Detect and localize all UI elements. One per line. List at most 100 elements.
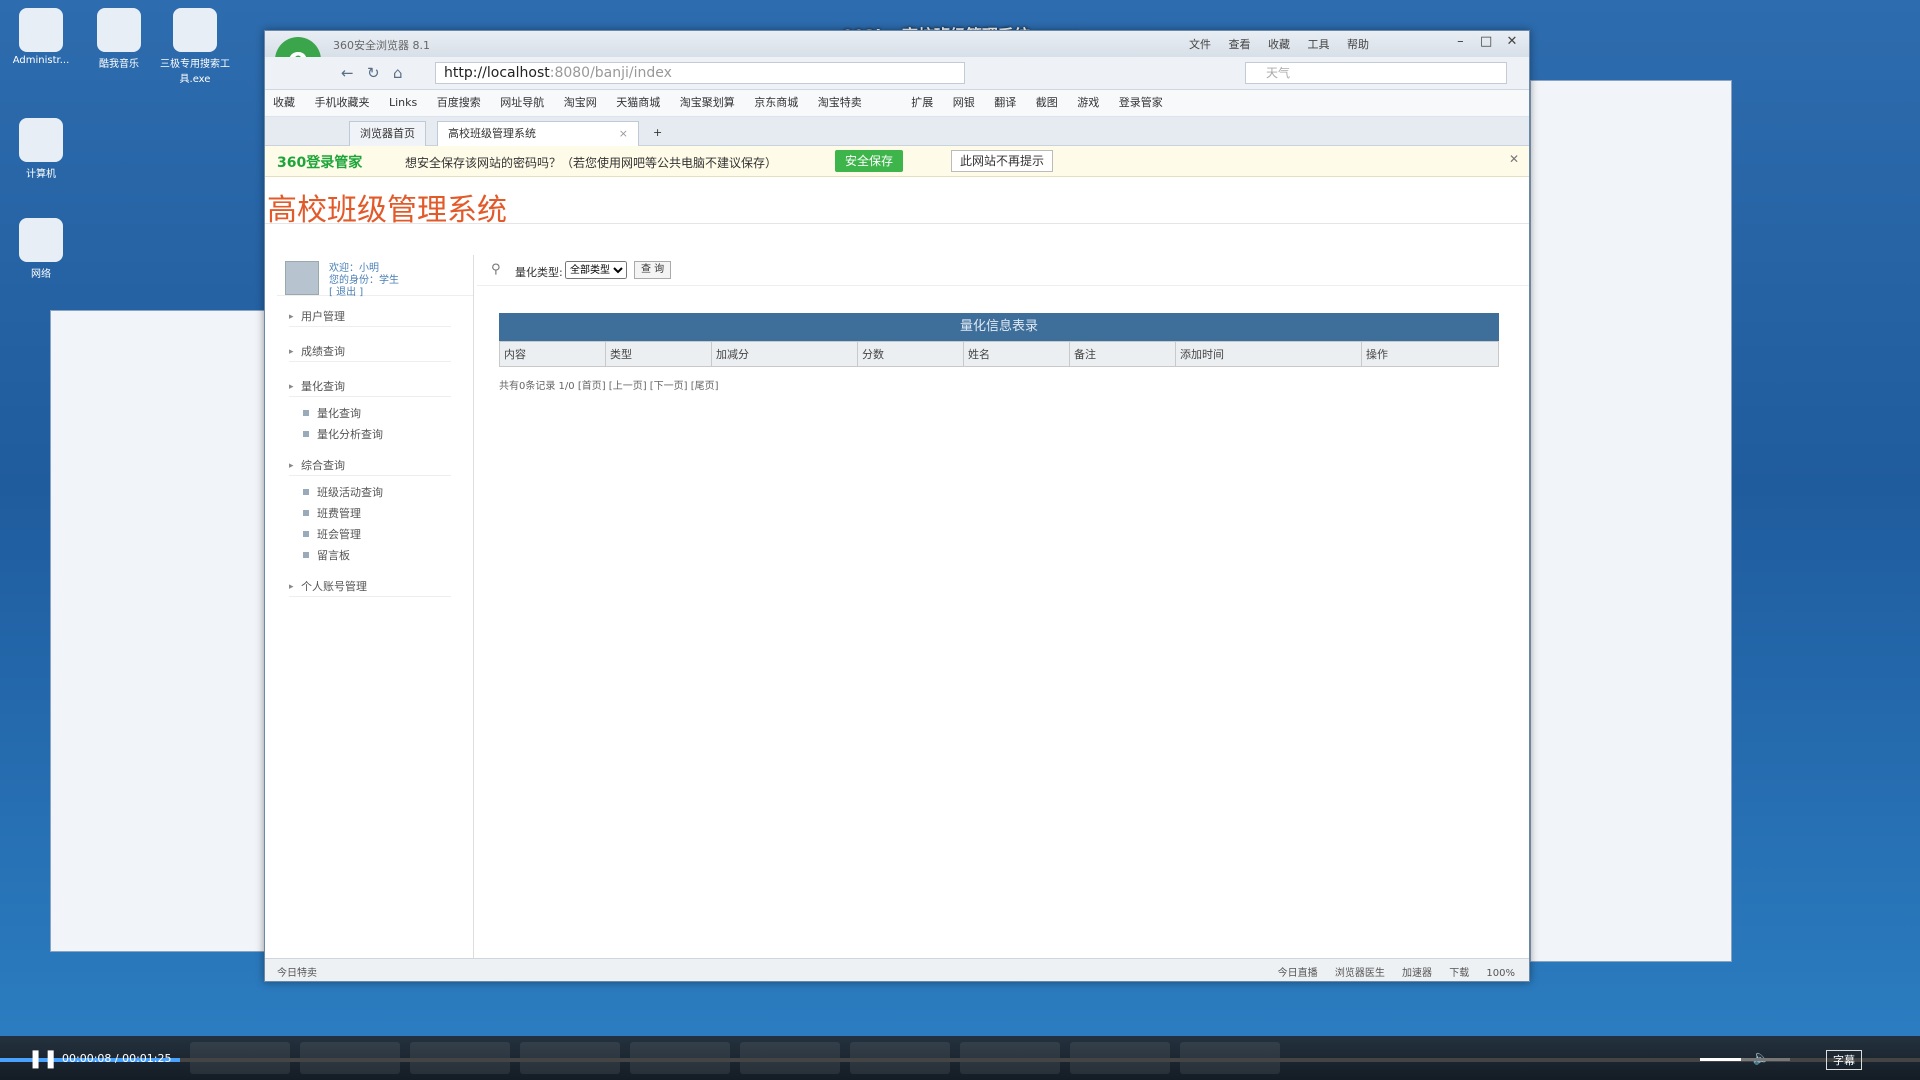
tab-bar: 浏览器首页 高校班级管理系统 × + bbox=[265, 117, 1529, 146]
fav-item[interactable]: Links bbox=[389, 96, 417, 109]
volume-slider[interactable] bbox=[1700, 1058, 1790, 1061]
browser-window: e 360安全浏览器 8.1 文件 查看 收藏 工具 帮助 – □ ✕ ← ↻ … bbox=[264, 30, 1530, 982]
app-header: 高校班级管理系统 bbox=[265, 177, 1529, 228]
fav-item[interactable]: 京东商城 bbox=[754, 96, 798, 109]
sidebar-item-message-board[interactable]: 留言板 bbox=[289, 545, 473, 566]
new-tab-button[interactable]: + bbox=[643, 121, 672, 145]
sidebar-item-class-activity[interactable]: 班级活动查询 bbox=[289, 482, 473, 503]
close-icon[interactable]: ✕ bbox=[1501, 34, 1523, 49]
desktop-icon-kuwo[interactable]: 酷我音乐 bbox=[84, 8, 154, 70]
sidebar-group-grade-query[interactable]: 成绩查询 bbox=[289, 343, 451, 362]
favorites-bar: 收藏 手机收藏夹 Links 百度搜索 网址导航 淘宝网 天猫商城 淘宝聚划算 … bbox=[265, 90, 1529, 117]
avatar bbox=[285, 261, 319, 295]
menu-favorites[interactable]: 收藏 bbox=[1268, 38, 1290, 51]
fav-item[interactable]: 淘宝特卖 bbox=[818, 96, 862, 109]
search-tool-icon bbox=[173, 8, 217, 52]
fav-item[interactable]: 淘宝网 bbox=[564, 96, 597, 109]
fav-right-item[interactable]: 截图 bbox=[1036, 96, 1058, 109]
desktop-icon-search-tool[interactable]: 三极专用搜索工具.exe bbox=[160, 8, 230, 85]
main-panel: ⚲ 量化类型: 全部类型 查 询 量化信息表录 内容 类型 加减分 分数 姓名 bbox=[477, 255, 1529, 959]
fav-right-item[interactable]: 扩展 bbox=[911, 96, 933, 109]
sidebar-item-class-meeting[interactable]: 班会管理 bbox=[289, 524, 473, 545]
back-icon[interactable]: ← bbox=[341, 64, 354, 82]
sidebar: 欢迎：小明 您的身份：学生 [ 退出 ] 用户管理 成绩查询 量化查询 量化查询… bbox=[277, 255, 474, 959]
refresh-icon[interactable]: ↻ bbox=[367, 64, 380, 82]
col-type: 类型 bbox=[605, 341, 712, 367]
sidebar-item-quantify-analysis[interactable]: 量化分析查询 bbox=[289, 424, 473, 445]
status-right: 今日直播 浏览器医生 加速器 下载 100% bbox=[1264, 964, 1515, 979]
status-download[interactable]: 下载 bbox=[1449, 968, 1469, 979]
sidebar-group-overall-query[interactable]: 综合查询 bbox=[289, 457, 451, 476]
status-zoom[interactable]: 100% bbox=[1486, 968, 1515, 979]
user-panel: 欢迎：小明 您的身份：学生 [ 退出 ] bbox=[277, 255, 473, 298]
desktop-icon-admin[interactable]: Administr... bbox=[6, 8, 76, 66]
fav-item[interactable]: 网址导航 bbox=[500, 96, 544, 109]
password-bar-brand: 360登录管家 bbox=[277, 155, 363, 171]
status-accelerator[interactable]: 加速器 bbox=[1402, 968, 1432, 979]
menu-file[interactable]: 文件 bbox=[1189, 38, 1211, 51]
minimize-icon[interactable]: – bbox=[1449, 34, 1471, 49]
never-prompt-button[interactable]: 此网站不再提示 bbox=[951, 150, 1054, 172]
fav-item[interactable]: 手机收藏夹 bbox=[315, 96, 370, 109]
fav-item[interactable]: 淘宝聚划算 bbox=[680, 96, 735, 109]
col-remark: 备注 bbox=[1069, 341, 1176, 367]
browser-menu: 文件 查看 收藏 工具 帮助 bbox=[1175, 36, 1369, 52]
col-score-change: 加减分 bbox=[711, 341, 858, 367]
password-bar-close-icon[interactable]: ✕ bbox=[1509, 152, 1519, 166]
filter-bar: ⚲ 量化类型: 全部类型 查 询 bbox=[477, 255, 1529, 286]
col-add-time: 添加时间 bbox=[1175, 341, 1362, 367]
tab-browser-home[interactable]: 浏览器首页 bbox=[349, 121, 426, 146]
maximize-icon[interactable]: □ bbox=[1475, 34, 1497, 49]
pagination[interactable]: 共有0条记录 1/0 [首页] [上一页] [下一页] [尾页] bbox=[499, 377, 1499, 392]
fav-right-item[interactable]: 登录管家 bbox=[1119, 96, 1163, 109]
sidebar-group-user-management[interactable]: 用户管理 bbox=[289, 308, 451, 327]
sidebar-group-quantify-query[interactable]: 量化查询 bbox=[289, 378, 451, 397]
fav-item[interactable]: 收藏 bbox=[273, 96, 295, 109]
fav-right-item[interactable]: 游戏 bbox=[1077, 96, 1099, 109]
sidebar-menu: 用户管理 成绩查询 量化查询 量化查询 量化分析查询 综合查询 班级活动查询 班… bbox=[289, 308, 473, 597]
save-password-button[interactable]: 安全保存 bbox=[835, 150, 904, 172]
subtitle-button[interactable]: 字幕 bbox=[1826, 1050, 1862, 1070]
col-action: 操作 bbox=[1361, 341, 1499, 367]
menu-tools[interactable]: 工具 bbox=[1308, 38, 1330, 51]
status-live[interactable]: 今日直播 bbox=[1278, 968, 1318, 979]
search-icon: ⚲ bbox=[491, 262, 501, 277]
sidebar-item-class-fee[interactable]: 班费管理 bbox=[289, 503, 473, 524]
home-icon[interactable]: ⌂ bbox=[393, 64, 403, 82]
fav-item[interactable]: 天猫商城 bbox=[616, 96, 660, 109]
app-title: 高校班级管理系统 bbox=[267, 193, 507, 228]
volume-level bbox=[1700, 1058, 1741, 1061]
tab-class-management[interactable]: 高校班级管理系统 × bbox=[437, 121, 639, 146]
tab-close-icon[interactable]: × bbox=[619, 122, 628, 146]
col-name: 姓名 bbox=[963, 341, 1070, 367]
col-content: 内容 bbox=[499, 341, 606, 367]
fav-right-item[interactable]: 网银 bbox=[953, 96, 975, 109]
search-input[interactable]: 天气 bbox=[1245, 62, 1507, 84]
browser-statusbar: 今日特卖 今日直播 浏览器医生 加速器 下载 100% bbox=[265, 958, 1529, 981]
url-input[interactable]: http://localhost:8080/banji/index bbox=[435, 62, 965, 84]
password-bar-message: 想安全保存该网站的密码吗？（若您使用网吧等公共电脑不建议保存） bbox=[405, 156, 778, 170]
logout-link[interactable]: [ 退出 ] bbox=[329, 283, 363, 298]
desktop-icon-network[interactable]: 网络 bbox=[6, 218, 76, 280]
quantify-type-select[interactable]: 全部类型 bbox=[565, 261, 627, 279]
fav-right-item[interactable]: 翻译 bbox=[994, 96, 1016, 109]
fav-item[interactable]: 百度搜索 bbox=[437, 96, 481, 109]
app-content: 欢迎：小明 您的身份：学生 [ 退出 ] 用户管理 成绩查询 量化查询 量化查询… bbox=[265, 255, 1529, 959]
status-today-deals[interactable]: 今日特卖 bbox=[277, 964, 317, 979]
sidebar-item-quantify-query[interactable]: 量化查询 bbox=[289, 403, 473, 424]
desktop: 002jsp高校班级管理系统.wmv Administr... 酷我音乐 三极专… bbox=[0, 0, 1920, 1080]
background-right-window bbox=[1530, 80, 1732, 962]
background-explorer-window bbox=[50, 310, 282, 952]
pause-icon[interactable]: ❚❚ bbox=[28, 1048, 58, 1069]
menu-help[interactable]: 帮助 bbox=[1347, 38, 1369, 51]
status-doctor[interactable]: 浏览器医生 bbox=[1335, 968, 1385, 979]
window-controls: – □ ✕ bbox=[1449, 34, 1523, 49]
desktop-icon-computer[interactable]: 计算机 bbox=[6, 118, 76, 180]
folder-icon bbox=[19, 8, 63, 52]
query-button[interactable]: 查 询 bbox=[634, 261, 672, 279]
password-save-bar: 360登录管家 想安全保存该网站的密码吗？（若您使用网吧等公共电脑不建议保存） … bbox=[265, 146, 1529, 177]
table-title: 量化信息表录 bbox=[499, 313, 1499, 341]
menu-view[interactable]: 查看 bbox=[1229, 38, 1251, 51]
sidebar-group-account[interactable]: 个人账号管理 bbox=[289, 578, 451, 597]
network-icon bbox=[19, 218, 63, 262]
